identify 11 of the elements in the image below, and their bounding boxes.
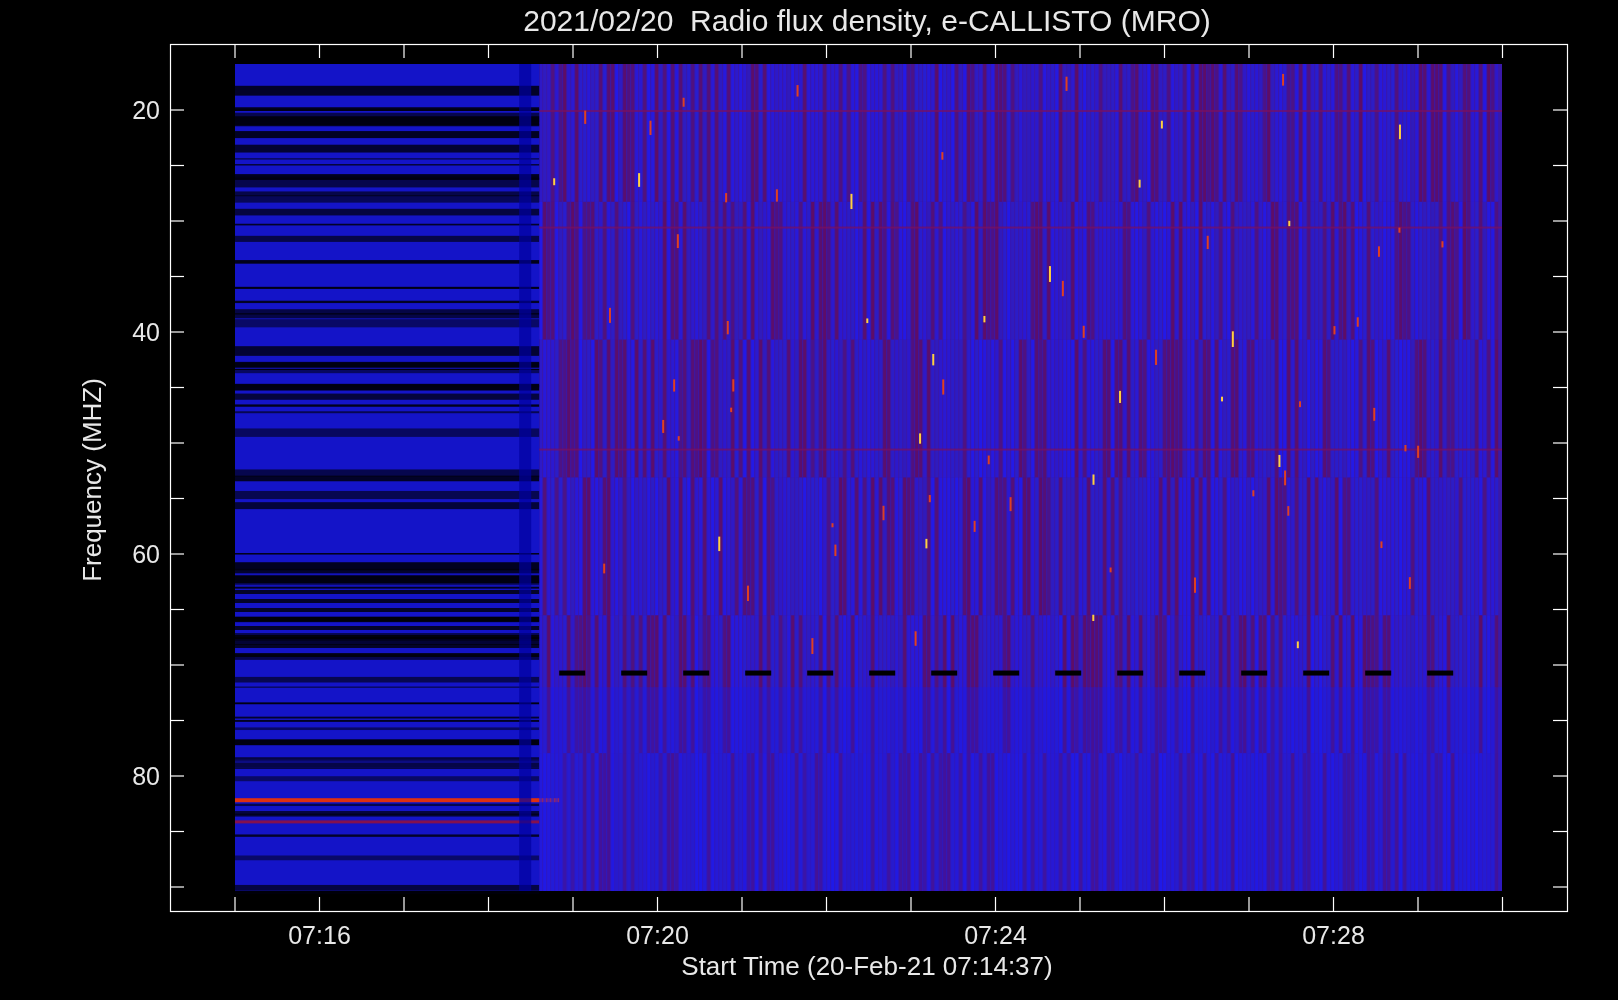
x-axis-label: Start Time (20-Feb-21 07:14:37) — [681, 951, 1053, 981]
y-axis-label: Frequency (MHZ) — [77, 378, 107, 582]
x-tick-label: 07:24 — [964, 921, 1027, 949]
x-tick-label: 07:16 — [288, 921, 351, 949]
y-tick-label: 60 — [132, 540, 160, 568]
y-tick-label: 20 — [132, 96, 160, 124]
x-tick-label: 07:28 — [1302, 921, 1365, 949]
x-tick-label: 07:20 — [626, 921, 689, 949]
chart-title: 2021/02/20 Radio flux density, e-CALLISTO (MRO) — [523, 4, 1211, 37]
y-tick-label: 80 — [132, 762, 160, 790]
y-tick-label: 40 — [132, 318, 160, 346]
